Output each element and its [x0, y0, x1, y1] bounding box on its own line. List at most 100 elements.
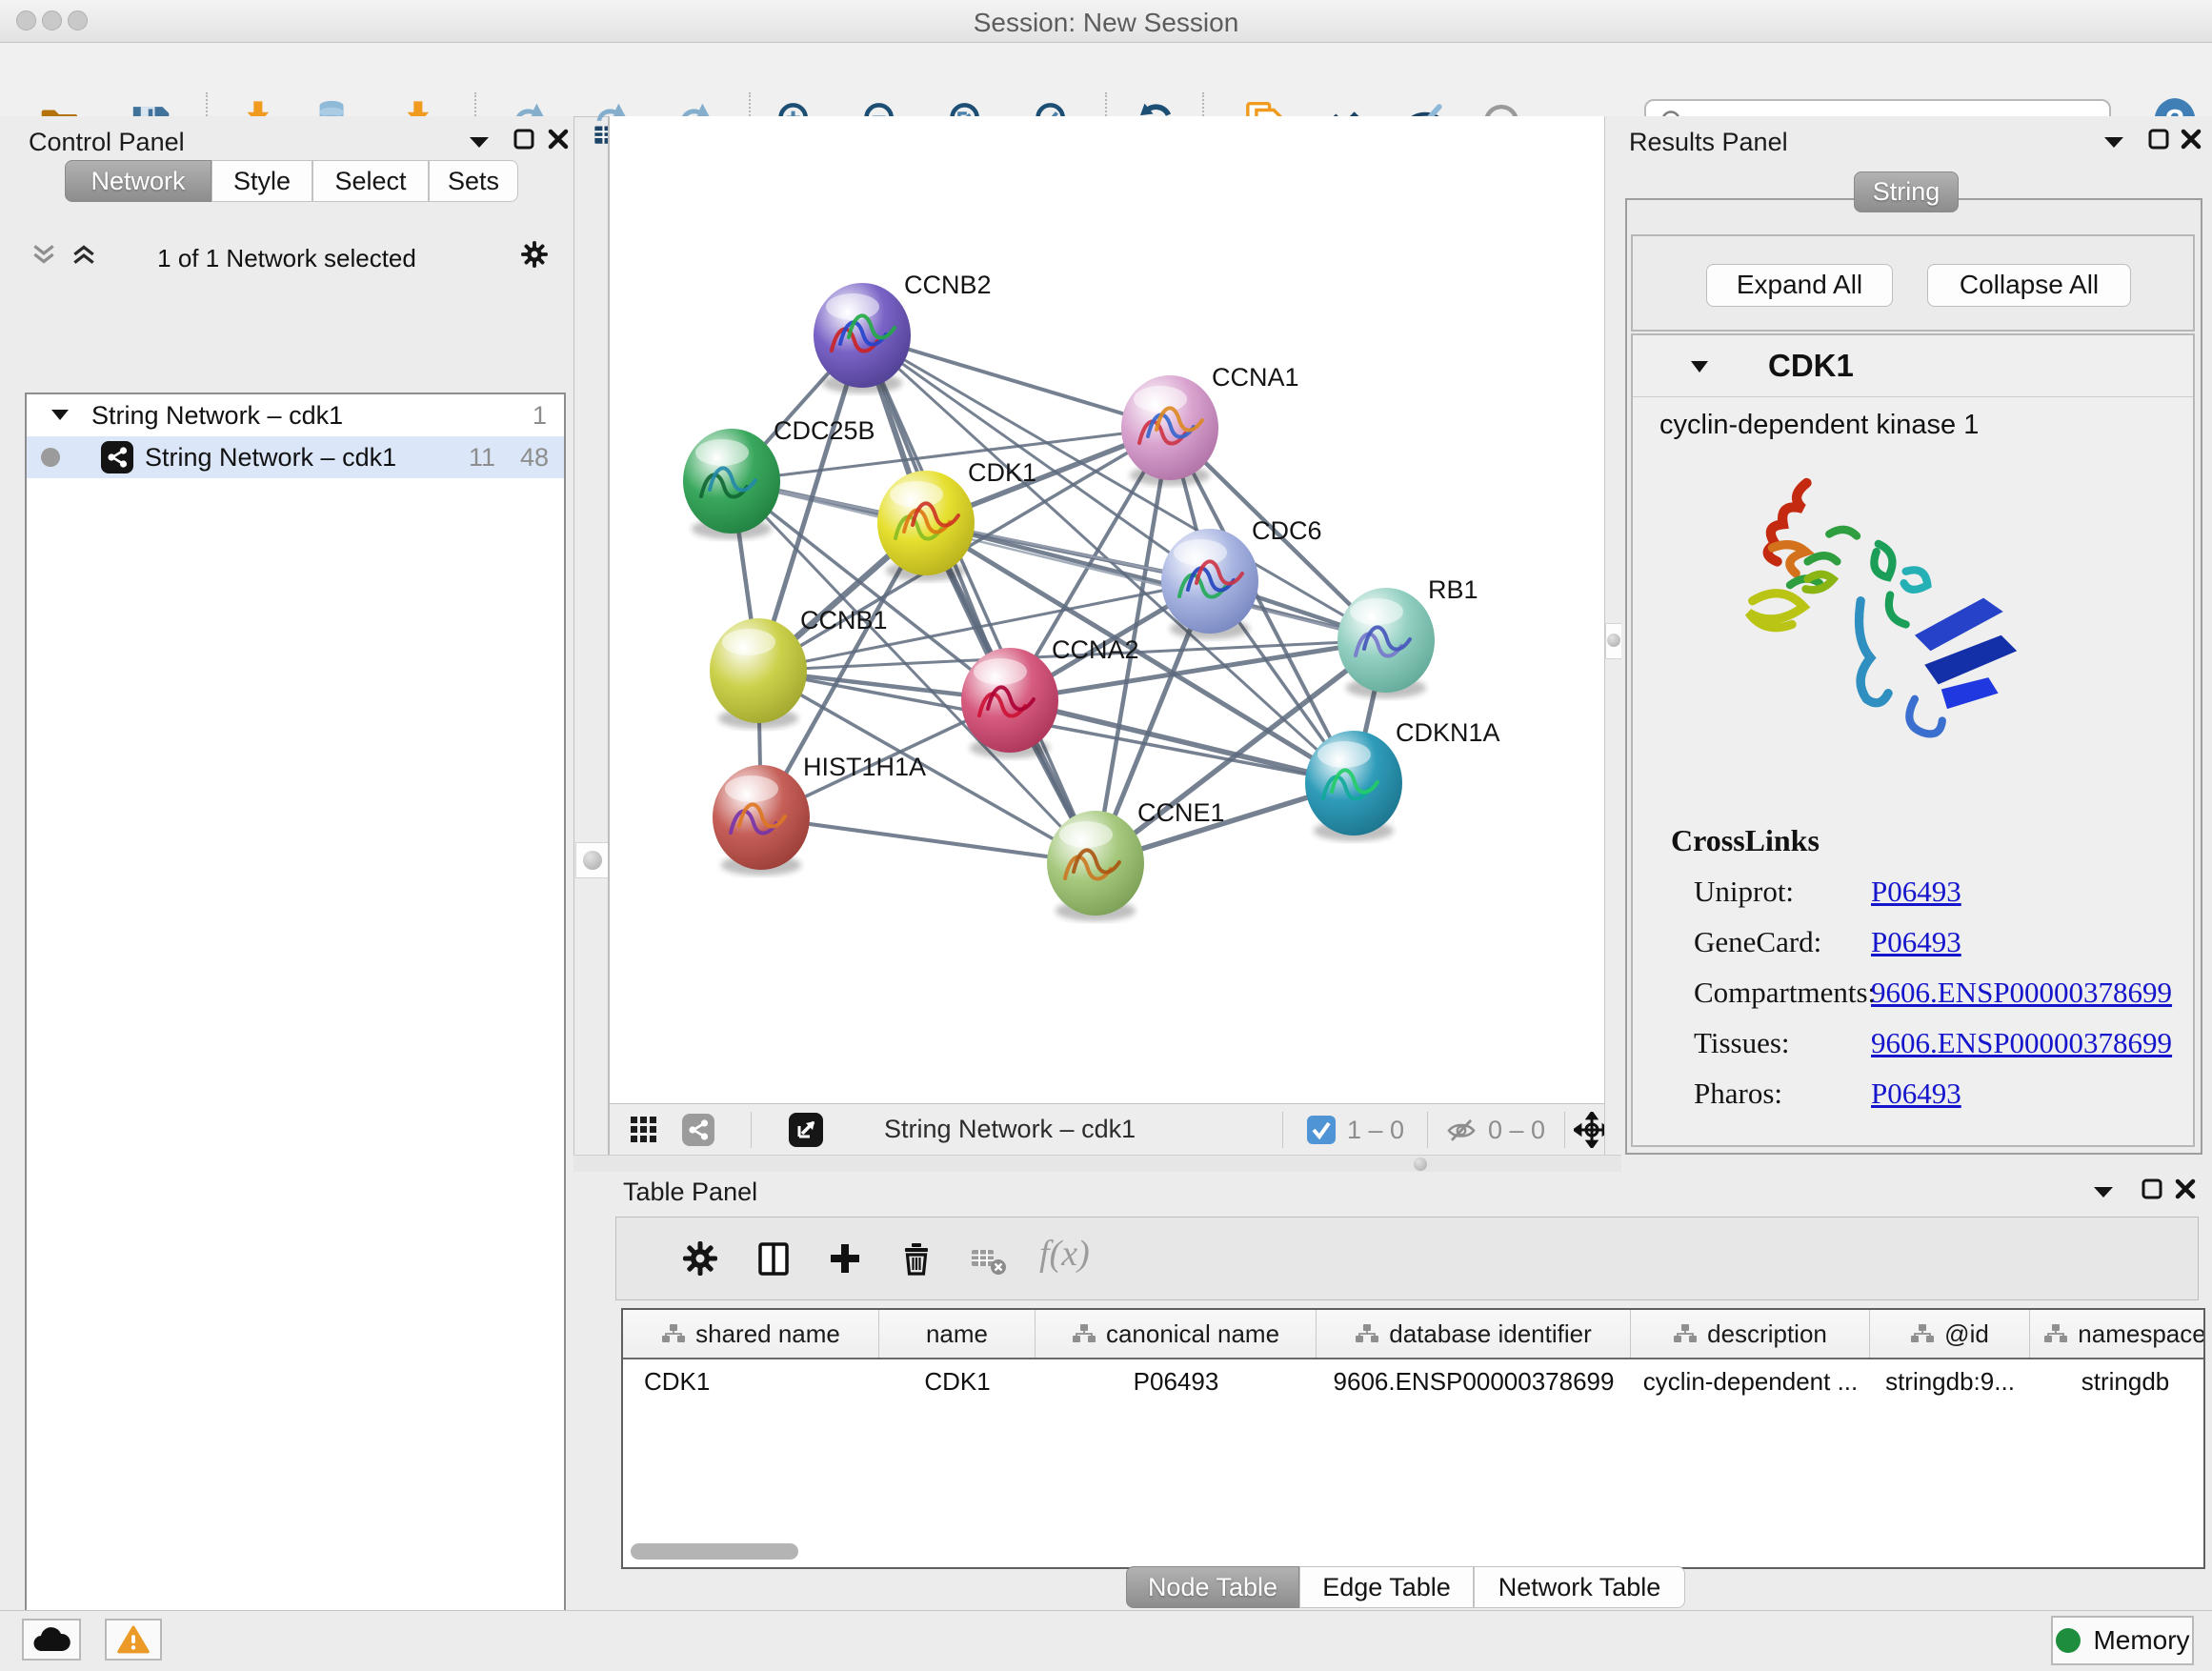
panel-close-icon[interactable] [2174, 1178, 2197, 1200]
node-label-CCNA1: CCNA1 [1212, 363, 1299, 392]
table-row[interactable]: CDK1CDK1P064939606.ENSP00000378699cyclin… [623, 1359, 2203, 1403]
panel-menu-icon[interactable] [2093, 1185, 2114, 1198]
node-label-CDC6: CDC6 [1252, 516, 1322, 545]
crosslink-label: Tissues: [1694, 1026, 1790, 1060]
crosslink-label: Uniprot: [1694, 875, 1794, 909]
crosslink-row: Pharos:P06493 [1633, 1077, 2193, 1127]
node-CCNE1[interactable] [1047, 811, 1144, 921]
network-view-name: String Network – cdk1 [884, 1115, 1136, 1144]
panel-float-icon[interactable] [2147, 128, 2170, 151]
delete-table-icon [967, 1240, 1009, 1278]
memory-status-dot-icon [2055, 1627, 2081, 1654]
show-columns-icon[interactable] [753, 1238, 794, 1279]
statusbar-separator [1564, 1112, 1565, 1148]
add-column-icon[interactable] [824, 1238, 866, 1279]
network-canvas[interactable]: CCNB2CCNA1CDC25BCDK1CDC6RB1CCNB1CCNA2CDK… [610, 116, 1604, 1103]
crosslink-link[interactable]: P06493 [1871, 925, 1961, 959]
node-table[interactable]: shared namenamecanonical namedatabase id… [621, 1308, 2205, 1569]
node-label-RB1: RB1 [1428, 575, 1478, 604]
grid-view-icon[interactable] [631, 1117, 657, 1143]
detach-view-icon[interactable] [789, 1113, 823, 1152]
cell-shared-name[interactable]: CDK1 [623, 1367, 879, 1397]
collection-count: 1 [533, 401, 547, 431]
window-status-bar: Memory [0, 1610, 2212, 1671]
crosslink-link[interactable]: P06493 [1871, 1077, 1961, 1111]
cloud-button[interactable] [22, 1619, 81, 1661]
network-edge-count: 48 [520, 443, 549, 473]
crosslink-label: GeneCard: [1694, 925, 1821, 959]
panel-float-icon[interactable] [2141, 1178, 2163, 1200]
tab-network[interactable]: Network [65, 160, 211, 202]
cell-description[interactable]: cyclin-dependent ... [1631, 1367, 1870, 1397]
cell-database-identifier[interactable]: 9606.ENSP00000378699 [1317, 1367, 1631, 1397]
panel-menu-icon[interactable] [2103, 135, 2124, 149]
tab-network-table[interactable]: Network Table [1474, 1566, 1685, 1608]
string-network-badge-icon [101, 441, 133, 480]
network-graph[interactable]: CCNB2CCNA1CDC25BCDK1CDC6RB1CCNB1CCNA2CDK… [610, 116, 1604, 1103]
cell-namespace[interactable]: stringdb [2030, 1367, 2205, 1397]
column-header-shared-name[interactable]: shared name [623, 1310, 879, 1358]
crosslink-label: Compartments: [1694, 976, 1876, 1010]
cell-name[interactable]: CDK1 [879, 1367, 1036, 1397]
panel-menu-icon[interactable] [469, 135, 490, 149]
node-CDK1[interactable] [877, 471, 975, 581]
control-panel-tabs: NetworkStyleSelectSets [65, 160, 518, 202]
tab-string[interactable]: String [1854, 171, 1959, 212]
window-title: Session: New Session [0, 8, 2212, 38]
birds-eye-view-icon[interactable] [682, 1114, 714, 1151]
node-label-CDKN1A: CDKN1A [1396, 718, 1500, 747]
edge-CCNE1-HIST1H1A [761, 817, 1096, 863]
panel-close-icon[interactable] [2180, 128, 2202, 151]
collapse-all-button[interactable]: Collapse All [1927, 264, 2131, 307]
network-collection-row[interactable]: String Network – cdk1 1 [27, 394, 564, 436]
table-horizontal-scrollbar[interactable] [631, 1543, 798, 1560]
node-CCNA1[interactable] [1121, 375, 1218, 486]
column-header-database-identifier[interactable]: database identifier [1317, 1310, 1631, 1358]
tab-sets[interactable]: Sets [429, 160, 518, 202]
table-settings-gear-icon[interactable] [679, 1238, 721, 1279]
node-CDC25B[interactable] [683, 429, 780, 539]
hidden-eye-icon[interactable] [1444, 1114, 1478, 1146]
protein-structure-image [1709, 453, 2061, 768]
network-node-count: 11 [469, 443, 495, 473]
column-header-canonical-name[interactable]: canonical name [1036, 1310, 1317, 1358]
cell--id[interactable]: stringdb:9... [1870, 1367, 2030, 1397]
node-CCNB2[interactable] [814, 283, 911, 393]
tab-edge-table[interactable]: Edge Table [1299, 1566, 1474, 1608]
memory-button[interactable]: Memory [2051, 1616, 2194, 1665]
column-header-namespace[interactable]: namespace [2030, 1310, 2205, 1358]
tab-style[interactable]: Style [211, 160, 312, 202]
panel-close-icon[interactable] [547, 128, 570, 151]
selected-checkbox-icon[interactable] [1307, 1116, 1336, 1149]
warnings-button[interactable] [105, 1619, 162, 1661]
selected-counts: 1 – 0 [1347, 1116, 1404, 1145]
node-RB1[interactable] [1337, 588, 1435, 698]
table-header: shared namenamecanonical namedatabase id… [623, 1310, 2203, 1359]
crosslink-link[interactable]: P06493 [1871, 875, 1961, 909]
network-options-gear-icon[interactable] [518, 238, 551, 271]
gene-description: cyclin-dependent kinase 1 [1659, 410, 1979, 441]
tab-select[interactable]: Select [312, 160, 429, 202]
gene-expander-icon[interactable] [1690, 360, 1709, 373]
column-header-name[interactable]: name [879, 1310, 1036, 1358]
node-CCNA2[interactable] [961, 648, 1058, 758]
collection-expander-icon[interactable] [51, 409, 69, 421]
tab-node-table[interactable]: Node Table [1126, 1566, 1299, 1608]
node-CCNB1[interactable] [710, 618, 807, 729]
column-header--id[interactable]: @id [1870, 1310, 2030, 1358]
panel-float-icon[interactable] [513, 128, 535, 151]
node-HIST1H1A[interactable] [713, 765, 810, 876]
expand-all-button[interactable]: Expand All [1706, 264, 1893, 307]
gene-section-header[interactable]: CDK1 [1633, 335, 2193, 397]
delete-column-trash-icon[interactable] [895, 1238, 937, 1279]
crosslink-row: Compartments:9606.ENSP00000378699 [1633, 976, 2193, 1026]
network-row-selected[interactable]: String Network – cdk1 11 48 [27, 436, 564, 478]
node-CDKN1A[interactable] [1305, 731, 1402, 841]
cell-canonical-name[interactable]: P06493 [1036, 1367, 1317, 1397]
crosslink-link[interactable]: 9606.ENSP00000378699 [1871, 1026, 2172, 1060]
column-header-description[interactable]: description [1631, 1310, 1870, 1358]
crosslink-link[interactable]: 9606.ENSP00000378699 [1871, 976, 2172, 1010]
right-splitter[interactable] [1604, 116, 1622, 1155]
left-splitter-handle[interactable] [575, 842, 610, 878]
node-label-HIST1H1A: HIST1H1A [803, 753, 926, 781]
